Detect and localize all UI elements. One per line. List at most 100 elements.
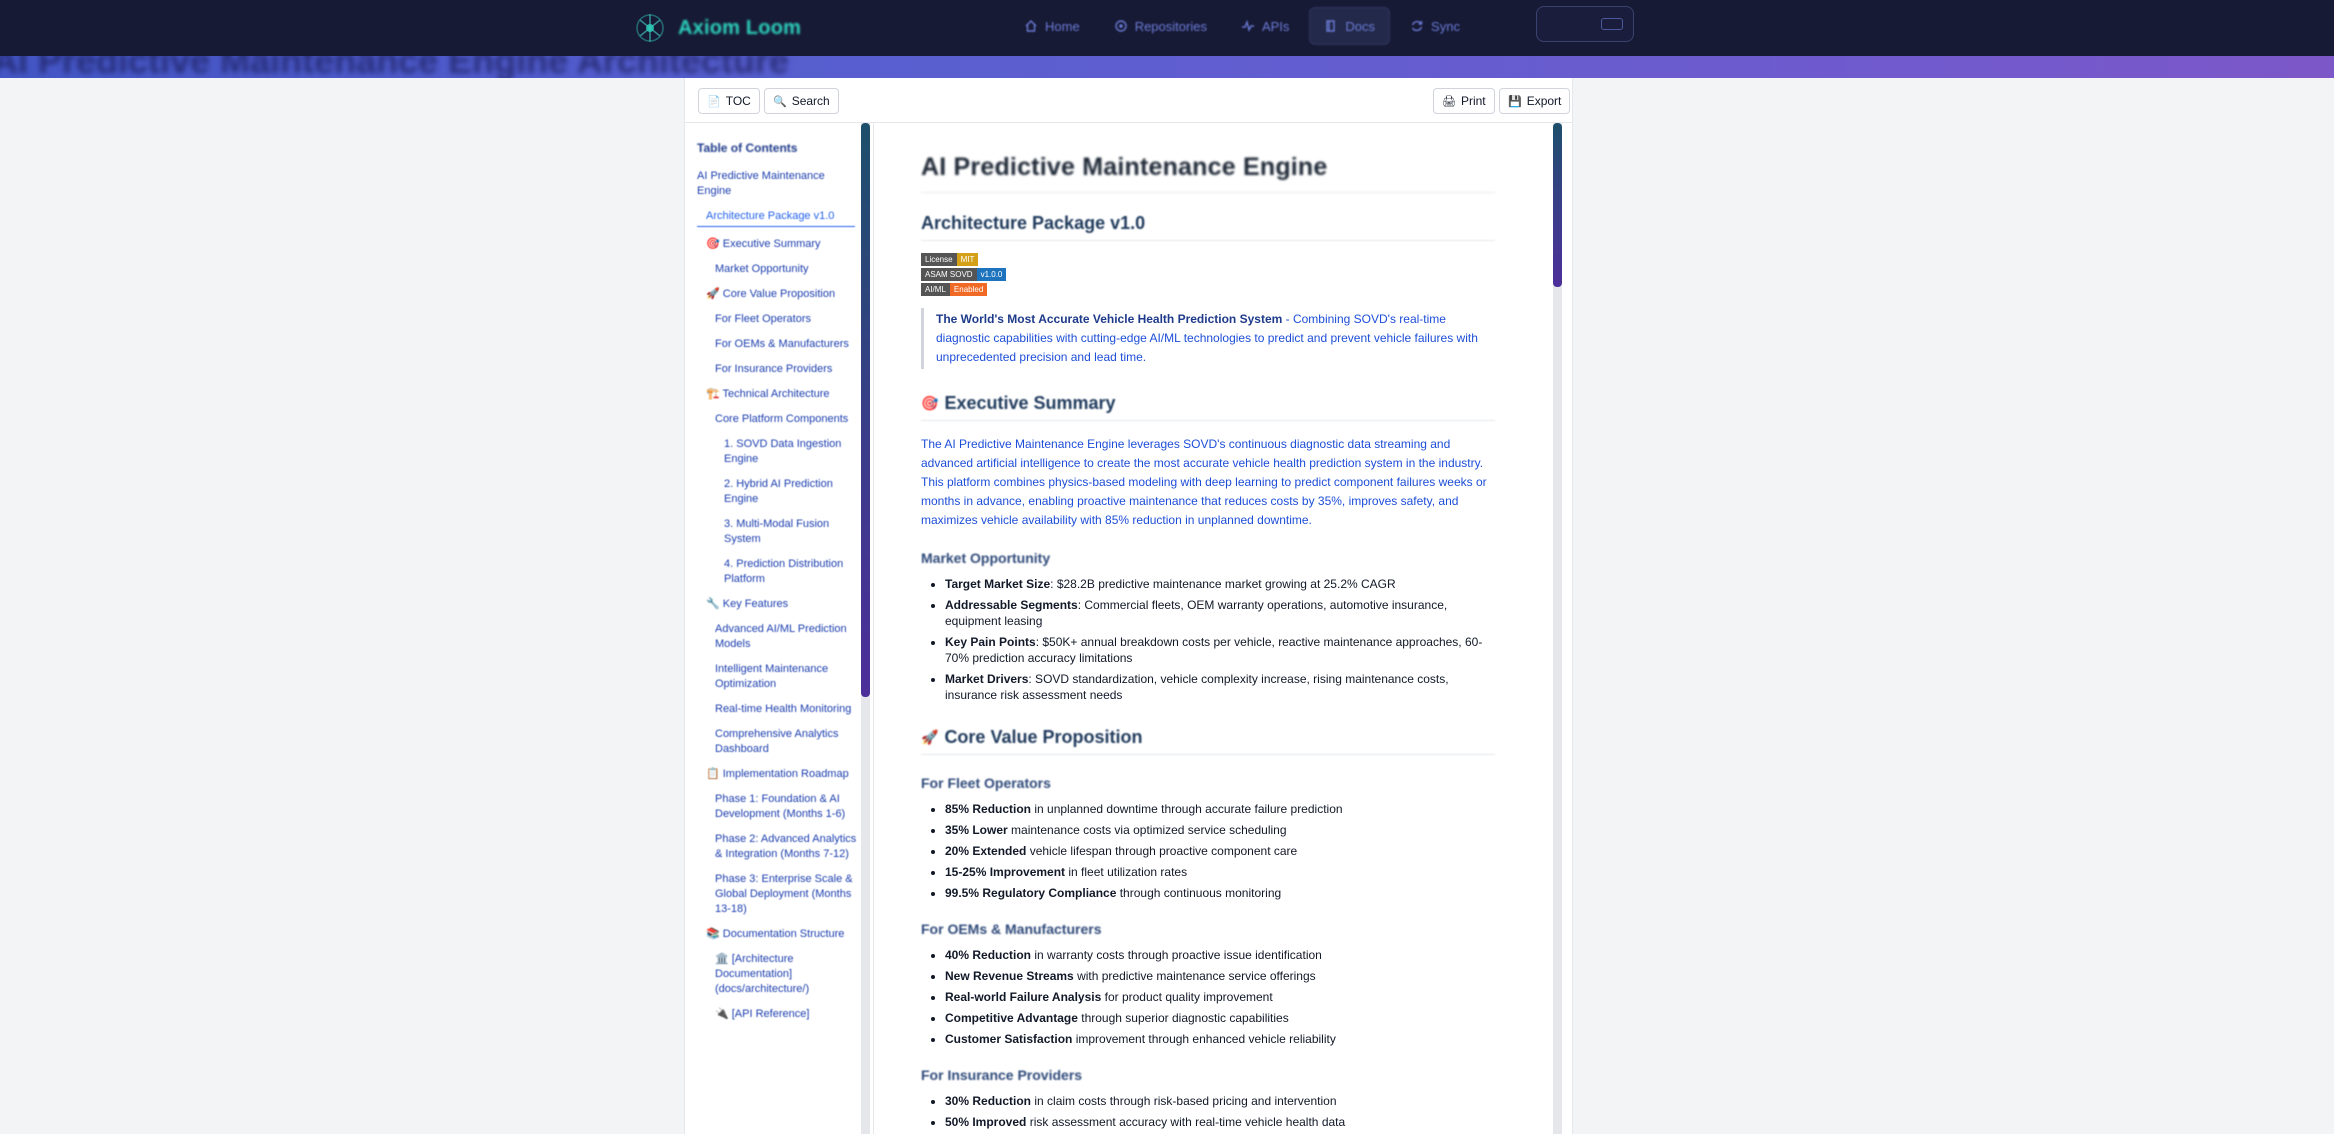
toc-item[interactable]: Intelligent Maintenance Optimization bbox=[697, 662, 861, 692]
toc-scrollbar-thumb[interactable] bbox=[861, 123, 870, 697]
nav-home[interactable]: Home bbox=[1010, 7, 1094, 45]
toc-item[interactable]: Core Platform Components bbox=[697, 412, 861, 427]
section-insurance: For Insurance Providers bbox=[921, 1067, 1083, 1083]
brand[interactable]: Axiom Loom bbox=[632, 8, 801, 48]
target-icon: 🎯 bbox=[921, 395, 939, 411]
toc-item[interactable]: 2. Hybrid AI Prediction Engine bbox=[697, 477, 861, 507]
toc-item[interactable]: Advanced AI/ML Prediction Models bbox=[697, 622, 861, 652]
license-badge: License MIT bbox=[921, 253, 1495, 266]
list-item: 35% Lower maintenance costs via optimize… bbox=[945, 822, 1495, 838]
section-heading: Executive Summary bbox=[944, 393, 1116, 413]
badge-list: License MIT ASAM SOVD v1.0.0 AI/ML Enabl… bbox=[921, 253, 1495, 296]
list-item: 50% Improved risk assessment accuracy wi… bbox=[945, 1114, 1495, 1130]
toc-item[interactable]: For OEMs & Manufacturers bbox=[697, 337, 861, 352]
global-search-button[interactable] bbox=[1536, 6, 1634, 42]
toc-item[interactable]: Phase 3: Enterprise Scale & Global Deplo… bbox=[697, 872, 861, 917]
badge-value: v1.0.0 bbox=[976, 268, 1007, 281]
insurance-list: 30% Reduction in claim costs through ris… bbox=[921, 1093, 1495, 1130]
badge-value: MIT bbox=[956, 253, 979, 266]
toc-item[interactable]: 🔌 [API Reference] bbox=[697, 1007, 861, 1022]
section-core-value: 🚀 Core Value Proposition bbox=[921, 727, 1495, 755]
section-fleet-operators: For Fleet Operators bbox=[921, 775, 1051, 791]
toc-item[interactable]: Real-time Health Monitoring bbox=[697, 702, 861, 717]
executive-summary-text: The AI Predictive Maintenance Engine lev… bbox=[921, 437, 1487, 527]
export-button[interactable]: 💾 Export bbox=[1499, 88, 1571, 114]
toc-item[interactable]: 🏛️ [Architecture Documentation](docs/arc… bbox=[697, 952, 861, 997]
nav-repositories[interactable]: Repositories bbox=[1100, 7, 1221, 45]
toc-item[interactable]: 📚 Documentation Structure bbox=[697, 927, 861, 942]
toc-item[interactable]: For Insurance Providers bbox=[697, 362, 861, 377]
item-text: in fleet utilization rates bbox=[1065, 865, 1188, 879]
toc-scrollbar[interactable] bbox=[861, 123, 870, 1134]
item-text: in unplanned downtime through accurate f… bbox=[1031, 802, 1343, 816]
toc-item[interactable]: 🎯 Executive Summary bbox=[697, 237, 861, 252]
toc-toggle-button[interactable]: 📄 TOC bbox=[698, 88, 760, 114]
item-strong: 99.5% Regulatory Compliance bbox=[945, 886, 1117, 900]
list-item: New Revenue Streams with predictive main… bbox=[945, 968, 1495, 984]
list-item: Real-world Failure Analysis for product … bbox=[945, 989, 1495, 1005]
print-button-label: Print bbox=[1460, 94, 1486, 108]
search-button[interactable]: 🔍 Search bbox=[764, 88, 839, 114]
rocket-icon: 🚀 bbox=[921, 729, 939, 745]
toc-item[interactable]: Phase 2: Advanced Analytics & Integratio… bbox=[697, 832, 861, 862]
list-item: Customer Satisfaction improvement throug… bbox=[945, 1031, 1495, 1047]
item-strong: 20% Extended bbox=[945, 844, 1027, 858]
badge-key: License bbox=[921, 253, 957, 266]
toc-item[interactable]: 1. SOVD Data Ingestion Engine bbox=[697, 437, 861, 467]
toc-item[interactable]: 🔧 Key Features bbox=[697, 597, 861, 612]
list-item: 40% Reduction in warranty costs through … bbox=[945, 947, 1495, 963]
toc-item[interactable]: 🚀 Core Value Proposition bbox=[697, 287, 861, 302]
section-heading: Core Value Proposition bbox=[944, 727, 1143, 747]
item-text: for product quality improvement bbox=[1101, 990, 1273, 1004]
nav-apis[interactable]: APIs bbox=[1227, 7, 1303, 45]
callout-strong: The World's Most Accurate Vehicle Health… bbox=[936, 312, 1283, 326]
printer-icon: 🖨 bbox=[1442, 95, 1456, 108]
item-strong: Market Drivers bbox=[945, 672, 1029, 686]
brand-name: Axiom Loom bbox=[678, 16, 802, 39]
pulse-icon bbox=[1241, 19, 1254, 33]
content-scrollbar-thumb[interactable] bbox=[1553, 123, 1562, 287]
toc-item[interactable]: AI Predictive Maintenance Engine bbox=[697, 169, 861, 199]
nav-docs[interactable]: Docs bbox=[1309, 7, 1391, 45]
list-item: Market Drivers: SOVD standardization, ve… bbox=[945, 671, 1495, 703]
hero-title: AI Predictive Maintenance Engine Archite… bbox=[0, 56, 789, 78]
list-item: Key Pain Points: $50K+ annual breakdown … bbox=[945, 634, 1495, 666]
save-icon: 💾 bbox=[1508, 95, 1522, 108]
intro-callout: The World's Most Accurate Vehicle Health… bbox=[921, 308, 1495, 369]
item-text: : $28.2B predictive maintenance market g… bbox=[1050, 577, 1396, 591]
toc-button-label: TOC bbox=[725, 94, 751, 108]
doc-title: AI Predictive Maintenance Engine bbox=[921, 153, 1495, 193]
toc-item[interactable]: Comprehensive Analytics Dashboard bbox=[697, 727, 861, 757]
section-executive-summary: 🎯 Executive Summary bbox=[921, 393, 1495, 421]
doc-subtitle: Architecture Package v1.0 bbox=[921, 213, 1495, 241]
toc-item[interactable]: 4. Prediction Distribution Platform bbox=[697, 557, 861, 587]
nav-repositories-label: Repositories bbox=[1134, 18, 1207, 34]
toc-item[interactable]: 3. Multi-Modal Fusion System bbox=[697, 517, 861, 547]
toc-item[interactable]: 🏗️ Technical Architecture bbox=[697, 387, 861, 402]
toc-item[interactable]: Market Opportunity bbox=[697, 262, 861, 277]
badge-key: ASAM SOVD bbox=[921, 268, 977, 281]
content-scrollbar[interactable] bbox=[1553, 123, 1562, 1134]
nav-sync[interactable]: Sync bbox=[1396, 7, 1474, 45]
toc-item[interactable]: 📋 Implementation Roadmap bbox=[697, 767, 861, 782]
item-text: improvement through enhanced vehicle rel… bbox=[1072, 1032, 1336, 1046]
item-text: through continuous monitoring bbox=[1116, 886, 1282, 900]
market-list: Target Market Size: $28.2B predictive ma… bbox=[921, 576, 1495, 703]
toc-item-active[interactable]: Architecture Package v1.0 bbox=[697, 209, 855, 227]
print-button[interactable]: 🖨 Print bbox=[1433, 88, 1495, 114]
list-item: 85% Reduction in unplanned downtime thro… bbox=[945, 801, 1495, 817]
item-strong: 85% Reduction bbox=[945, 802, 1032, 816]
item-strong: 15-25% Improvement bbox=[945, 865, 1066, 879]
toc-item[interactable]: Phase 1: Foundation & AI Development (Mo… bbox=[697, 792, 861, 822]
book-icon bbox=[1326, 20, 1336, 32]
page-icon: 📄 bbox=[707, 95, 721, 108]
toc-item[interactable]: For Fleet Operators bbox=[697, 312, 861, 327]
item-strong: New Revenue Streams bbox=[945, 969, 1074, 983]
item-strong: Addressable Segments bbox=[945, 598, 1078, 612]
toc-sidebar: Table of Contents AI Predictive Maintena… bbox=[685, 123, 873, 1134]
toc-title: Table of Contents bbox=[697, 141, 798, 155]
search-button-label: Search bbox=[791, 94, 830, 108]
doc-toolbar: 📄 TOC 🔍 Search 🖨 Print 💾 Export bbox=[685, 78, 1572, 123]
item-text: vehicle lifespan through proactive compo… bbox=[1026, 844, 1298, 858]
nav-sync-label: Sync bbox=[1431, 18, 1460, 34]
